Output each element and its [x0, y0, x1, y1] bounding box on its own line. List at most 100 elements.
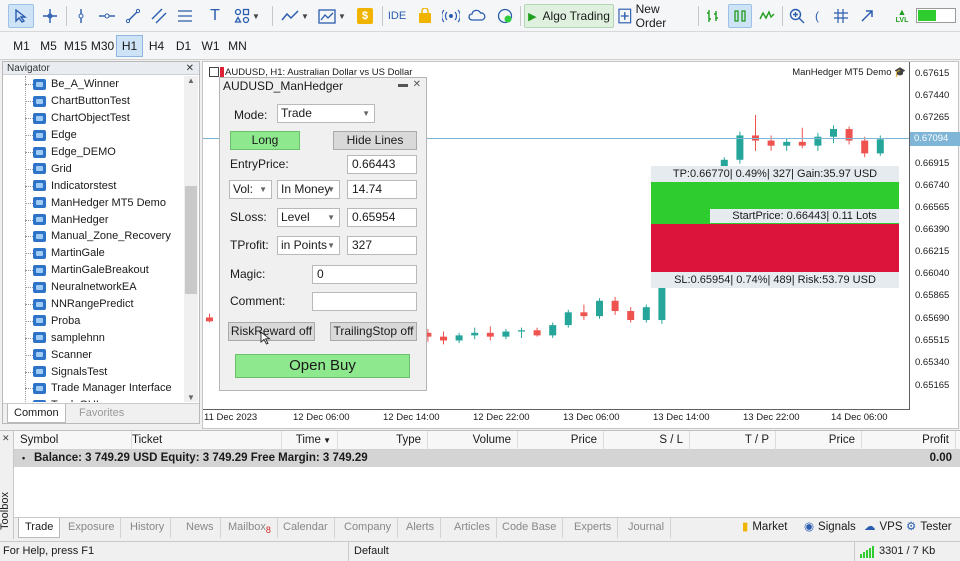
navigator-item[interactable]: MartinGaleBreakout: [3, 262, 185, 279]
timeframe-m1[interactable]: M1: [8, 35, 35, 57]
vps-button[interactable]: [466, 4, 488, 28]
column-header[interactable]: Symbol: [20, 431, 132, 450]
take-profit-mode-select[interactable]: in Points ▼: [277, 236, 340, 255]
timeframe-h4[interactable]: H4: [143, 35, 170, 57]
trendline-button[interactable]: [122, 4, 144, 28]
hide-lines-button[interactable]: Hide Lines: [333, 131, 417, 150]
crosshair-tool-button[interactable]: [38, 4, 62, 28]
column-header[interactable]: Price: [518, 431, 604, 450]
navigator-item[interactable]: Edge: [3, 127, 185, 144]
volume-mode-select[interactable]: In Money ▼: [277, 180, 340, 199]
magic-input[interactable]: 0: [312, 265, 417, 284]
ea-panel-title[interactable]: AUDUSD_ManHedger: [220, 78, 426, 94]
navigator-item[interactable]: ChartObjectTest: [3, 110, 185, 127]
navigator-item[interactable]: Manual_Zone_Recovery: [3, 228, 185, 245]
entry-price-input[interactable]: 0.66443: [347, 155, 417, 174]
navigator-item[interactable]: NNRangePredict: [3, 296, 185, 313]
vps-link[interactable]: ☁ VPS: [864, 518, 903, 538]
tester-button[interactable]: [494, 4, 516, 28]
timeframe-mn[interactable]: MN: [224, 35, 251, 57]
tab-articles[interactable]: Articles: [448, 518, 498, 538]
tab-news[interactable]: News: [180, 518, 221, 538]
navigator-item[interactable]: Scanner: [3, 346, 185, 363]
navigator-item[interactable]: samplehnn: [3, 329, 185, 346]
take-profit-label[interactable]: TP:0.66770| 0.49%| 327| Gain:35.97 USD: [651, 166, 899, 182]
balance-row[interactable]: • Balance: 3 749.29 USD Equity: 3 749.29…: [14, 450, 960, 467]
long-button[interactable]: Long: [230, 131, 300, 150]
level-button[interactable]: ▲ LVL: [890, 4, 914, 28]
timeframe-d1[interactable]: D1: [170, 35, 197, 57]
horizontal-line-button[interactable]: [96, 4, 118, 28]
chart-type-button[interactable]: ▼: [280, 4, 310, 28]
tester-link[interactable]: ⚙ Tester: [906, 518, 952, 538]
depth-of-market-button[interactable]: $: [354, 4, 376, 28]
ide-button[interactable]: IDE: [386, 4, 408, 28]
vertical-line-button[interactable]: [70, 4, 92, 28]
close-icon[interactable]: ✕: [2, 433, 10, 444]
stop-loss-input[interactable]: 0.65954: [347, 208, 417, 227]
new-order-button[interactable]: New Order: [618, 2, 692, 30]
navigator-item[interactable]: Grid: [3, 160, 185, 177]
scroll-thumb[interactable]: [185, 186, 197, 294]
stop-loss-mode-select[interactable]: Level ▼: [277, 208, 340, 227]
tab-journal[interactable]: Journal: [622, 518, 672, 538]
close-icon[interactable]: ✕: [413, 79, 421, 90]
tab-history[interactable]: History: [124, 518, 172, 538]
navigator-item[interactable]: TradeGUI: [3, 397, 185, 402]
market-link[interactable]: ▮ Market: [742, 518, 788, 538]
column-header[interactable]: Profit: [862, 431, 956, 450]
signals-button[interactable]: [440, 4, 462, 28]
navigator-item[interactable]: ManHedger MT5 Demo: [3, 194, 185, 211]
scroll-down-icon[interactable]: ▼: [187, 393, 195, 402]
timeframe-m30[interactable]: M30: [89, 35, 116, 57]
column-header[interactable]: Time ▼: [282, 431, 338, 450]
timeframe-w1[interactable]: W1: [197, 35, 224, 57]
algo-trading-button[interactable]: ▶ Algo Trading: [524, 4, 614, 28]
zoom-in-button[interactable]: [786, 4, 808, 28]
text-tool-button[interactable]: T: [204, 4, 226, 28]
stop-loss-label[interactable]: SL:0.65954| 0.74%| 489| Risk:53.79 USD: [651, 272, 899, 288]
navigator-item[interactable]: Edge_DEMO: [3, 144, 185, 161]
open-buy-button[interactable]: Open Buy: [235, 354, 410, 378]
minimize-icon[interactable]: ▬: [398, 79, 408, 90]
close-icon[interactable]: ✕: [186, 62, 194, 75]
mode-select[interactable]: Trade ▼: [277, 104, 375, 123]
zoom-out-button[interactable]: (: [812, 4, 822, 28]
timeframe-m5[interactable]: M5: [35, 35, 62, 57]
cursor-tool-button[interactable]: [8, 4, 34, 28]
candlestick-button[interactable]: [728, 4, 752, 28]
channel-button[interactable]: [148, 4, 170, 28]
column-header[interactable]: T / P: [690, 431, 776, 450]
tab-mailbox[interactable]: Mailbox8: [222, 518, 278, 538]
navigator-item[interactable]: SignalsTest: [3, 363, 185, 380]
timeframe-m15[interactable]: M15: [62, 35, 89, 57]
fibonacci-button[interactable]: [174, 4, 196, 28]
tab-calendar[interactable]: Calendar: [277, 518, 335, 538]
market-button[interactable]: [414, 4, 436, 28]
tab-company[interactable]: Company: [338, 518, 399, 538]
column-header[interactable]: Volume: [428, 431, 518, 450]
templates-button[interactable]: ▼: [316, 4, 348, 28]
column-header[interactable]: S / L: [604, 431, 690, 450]
navigator-scrollbar[interactable]: ▲ ▼: [184, 76, 198, 402]
tab-favorites[interactable]: Favorites: [73, 404, 130, 423]
tab-trade[interactable]: Trade: [18, 518, 61, 538]
tab-experts[interactable]: Experts: [568, 518, 619, 538]
shapes-button[interactable]: ▼: [232, 4, 262, 28]
trailing-stop-button[interactable]: TrailingStop off: [330, 322, 417, 341]
volume-input[interactable]: 14.74: [347, 180, 417, 199]
navigator-item[interactable]: Trade Manager Interface: [3, 380, 185, 397]
grid-button[interactable]: [830, 4, 852, 28]
autoscroll-button[interactable]: [856, 4, 878, 28]
navigator-item[interactable]: MartinGale: [3, 245, 185, 262]
volume-select[interactable]: Vol: ▼: [229, 180, 272, 199]
column-header[interactable]: Price: [776, 431, 862, 450]
navigator-item[interactable]: NeuralnetworkEA: [3, 279, 185, 296]
scroll-up-icon[interactable]: ▲: [187, 76, 195, 85]
bar-chart-button[interactable]: [702, 4, 724, 28]
comment-input[interactable]: [312, 292, 417, 311]
signals-link[interactable]: ◉ Signals: [804, 518, 856, 538]
navigator-item[interactable]: Proba: [3, 312, 185, 329]
navigator-item[interactable]: ChartButtonTest: [3, 93, 185, 110]
tab-common[interactable]: Common: [7, 404, 66, 423]
